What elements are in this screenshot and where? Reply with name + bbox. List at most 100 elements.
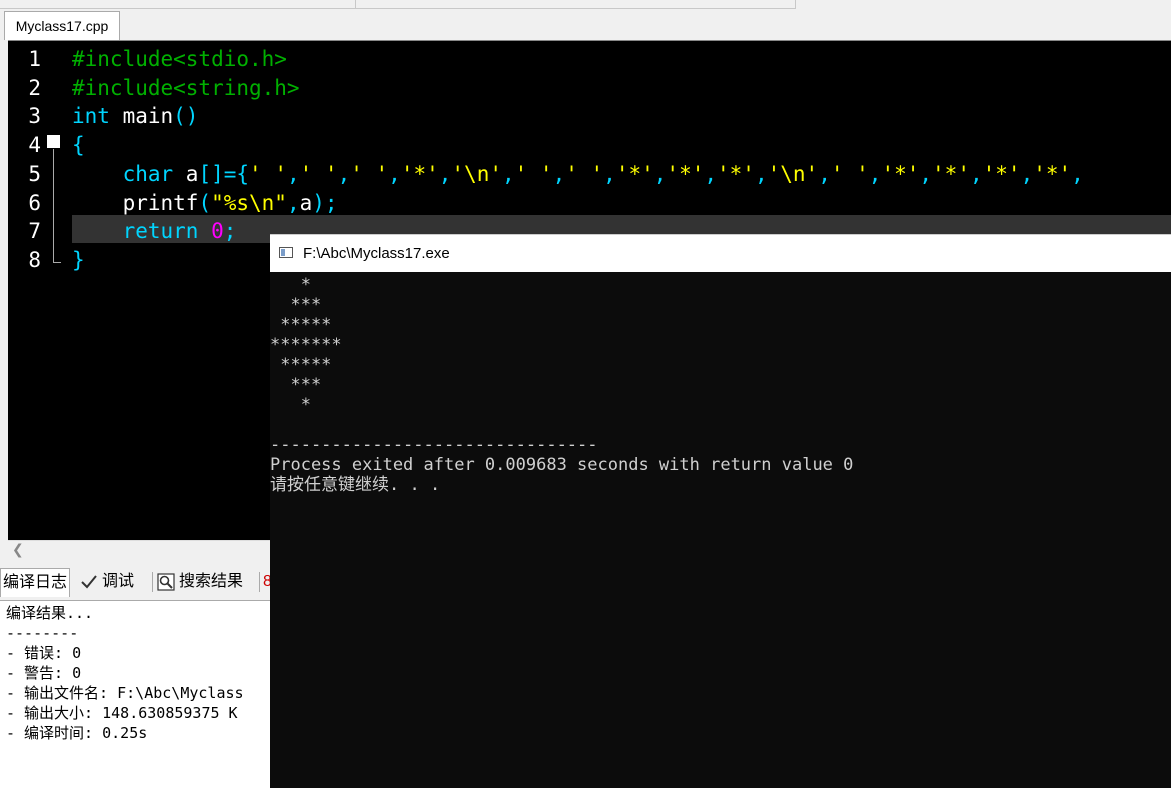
code-token: '*' bbox=[666, 161, 705, 186]
code-token: '*' bbox=[881, 161, 920, 186]
code-line: char a[]={' ',' ',' ','*','\n',' ',' ','… bbox=[72, 160, 1084, 188]
fold-marker-icon[interactable] bbox=[47, 135, 60, 148]
line-number: 7 bbox=[28, 219, 41, 244]
code-line: #include<stdio.h> bbox=[72, 45, 287, 73]
code-token: , bbox=[704, 161, 718, 186]
code-token: main bbox=[109, 104, 174, 129]
console-window-icon bbox=[279, 247, 293, 258]
code-token: , bbox=[388, 161, 401, 186]
tab-separator bbox=[152, 572, 153, 592]
tab-search-results-label: 搜索结果 bbox=[179, 573, 244, 590]
code-token: ' ' bbox=[350, 161, 389, 186]
code-line: { bbox=[72, 131, 85, 159]
code-token: a bbox=[173, 161, 199, 186]
code-token: '*' bbox=[932, 161, 970, 186]
tab-compile-log-label: 编译日志 bbox=[3, 574, 68, 591]
code-line: int main() bbox=[72, 102, 198, 130]
tab-debug-label: 调试 bbox=[102, 573, 135, 590]
console-output-line: * bbox=[270, 275, 311, 295]
code-token: a bbox=[299, 190, 313, 215]
tab-debug[interactable]: 调试 bbox=[80, 568, 134, 596]
console-output-line: *** bbox=[270, 375, 322, 395]
fold-guide-line bbox=[53, 149, 54, 262]
bottom-panel-tabs: 编译日志 调试 搜索结果 8 bbox=[0, 568, 272, 597]
code-token: "%s\n" bbox=[211, 190, 287, 215]
line-number: 5 bbox=[28, 161, 41, 186]
code-token: #include<string.h> bbox=[72, 75, 300, 100]
file-tab-myclass17[interactable]: Myclass17.cpp bbox=[4, 11, 120, 40]
code-token: , bbox=[438, 161, 452, 186]
code-token: ' ' bbox=[514, 161, 553, 186]
line-number: 8 bbox=[28, 247, 41, 272]
horizontal-scrollbar[interactable]: ❮ bbox=[8, 540, 270, 560]
code-token: , bbox=[337, 161, 351, 186]
code-token: ; bbox=[223, 219, 237, 244]
search-icon bbox=[157, 573, 175, 591]
code-token: ); bbox=[312, 190, 338, 215]
code-token: , bbox=[754, 161, 768, 186]
code-token: , bbox=[919, 161, 933, 186]
code-token: () bbox=[173, 104, 199, 129]
log-line: - 输出大小: 148.630859375 K bbox=[6, 704, 238, 722]
code-token: ' ' bbox=[565, 161, 604, 186]
code-line: return 0; bbox=[72, 217, 237, 245]
code-token: []={ bbox=[198, 161, 250, 186]
checkmark-icon bbox=[81, 575, 97, 589]
code-token: ( bbox=[198, 190, 212, 215]
log-line: - 错误: 0 bbox=[6, 644, 82, 662]
code-token: '*' bbox=[400, 161, 439, 186]
compile-log-panel: 编译结果... -------- - 错误: 0 - 警告: 0 - 输出文件名: F:… bbox=[0, 600, 270, 788]
console-output-line: -------------------------------- bbox=[270, 435, 598, 455]
code-token: , bbox=[1020, 161, 1034, 186]
code-token: printf bbox=[72, 190, 199, 215]
code-token: } bbox=[72, 247, 85, 272]
console-output-line: ******* bbox=[270, 335, 342, 355]
console-output-line: ***** bbox=[270, 315, 332, 335]
code-line: } bbox=[72, 246, 85, 274]
tab-search-results[interactable]: 搜索结果 bbox=[157, 568, 243, 596]
tab-compile-log[interactable]: 编译日志 bbox=[0, 568, 71, 597]
top-toolbar-strip bbox=[0, 0, 796, 9]
console-title-bar[interactable]: F:\Abc\Myclass17.exe bbox=[270, 235, 1171, 272]
console-title: F:\Abc\Myclass17.exe bbox=[303, 245, 450, 262]
code-line: printf("%s\n",a); bbox=[72, 189, 338, 217]
code-token: '*' bbox=[1033, 161, 1072, 186]
log-line: - 输出文件名: F:\Abc\Myclass bbox=[6, 684, 244, 702]
code-token: , bbox=[552, 161, 566, 186]
code-token: , bbox=[653, 161, 667, 186]
code-token: '\n' bbox=[767, 161, 819, 186]
code-token: return bbox=[72, 219, 199, 244]
console-window[interactable]: F:\Abc\Myclass17.exe * *** ***** ******* … bbox=[270, 234, 1171, 788]
console-output-line: *** bbox=[270, 295, 322, 315]
line-number: 2 bbox=[28, 75, 41, 100]
code-token: '*' bbox=[615, 161, 654, 186]
code-token: '*' bbox=[982, 161, 1021, 186]
log-line: - 警告: 0 bbox=[6, 664, 82, 682]
code-token: , bbox=[286, 161, 300, 186]
line-number: 6 bbox=[28, 190, 41, 215]
code-token: 0 bbox=[211, 219, 224, 244]
log-line: -------- bbox=[6, 624, 79, 642]
code-token: #include<stdio.h> bbox=[72, 47, 287, 71]
log-line: - 编译时间: 0.25s bbox=[6, 724, 148, 742]
code-token: int bbox=[72, 104, 110, 129]
code-token: , bbox=[603, 161, 616, 186]
code-token: , bbox=[1071, 161, 1084, 186]
code-token: '*' bbox=[717, 161, 755, 186]
line-number: 4 bbox=[28, 133, 41, 158]
log-line: 编译结果... bbox=[6, 604, 94, 622]
line-number: 1 bbox=[28, 47, 41, 71]
code-token: , bbox=[969, 161, 983, 186]
code-token: ' ' bbox=[830, 161, 869, 186]
code-token: , bbox=[818, 161, 831, 186]
code-token: , bbox=[286, 190, 300, 215]
console-output-line: ***** bbox=[270, 355, 332, 375]
line-number: 3 bbox=[28, 104, 41, 129]
code-token: char bbox=[72, 161, 174, 186]
console-output-line: 请按任意键继续. . . bbox=[270, 475, 441, 495]
editor-tab-bar: Myclass17.cpp bbox=[0, 9, 1171, 40]
scroll-left-icon[interactable]: ❮ bbox=[12, 541, 24, 560]
console-output-line: Process exited after 0.009683 seconds wi… bbox=[270, 455, 854, 475]
fold-guide-end bbox=[53, 262, 61, 263]
